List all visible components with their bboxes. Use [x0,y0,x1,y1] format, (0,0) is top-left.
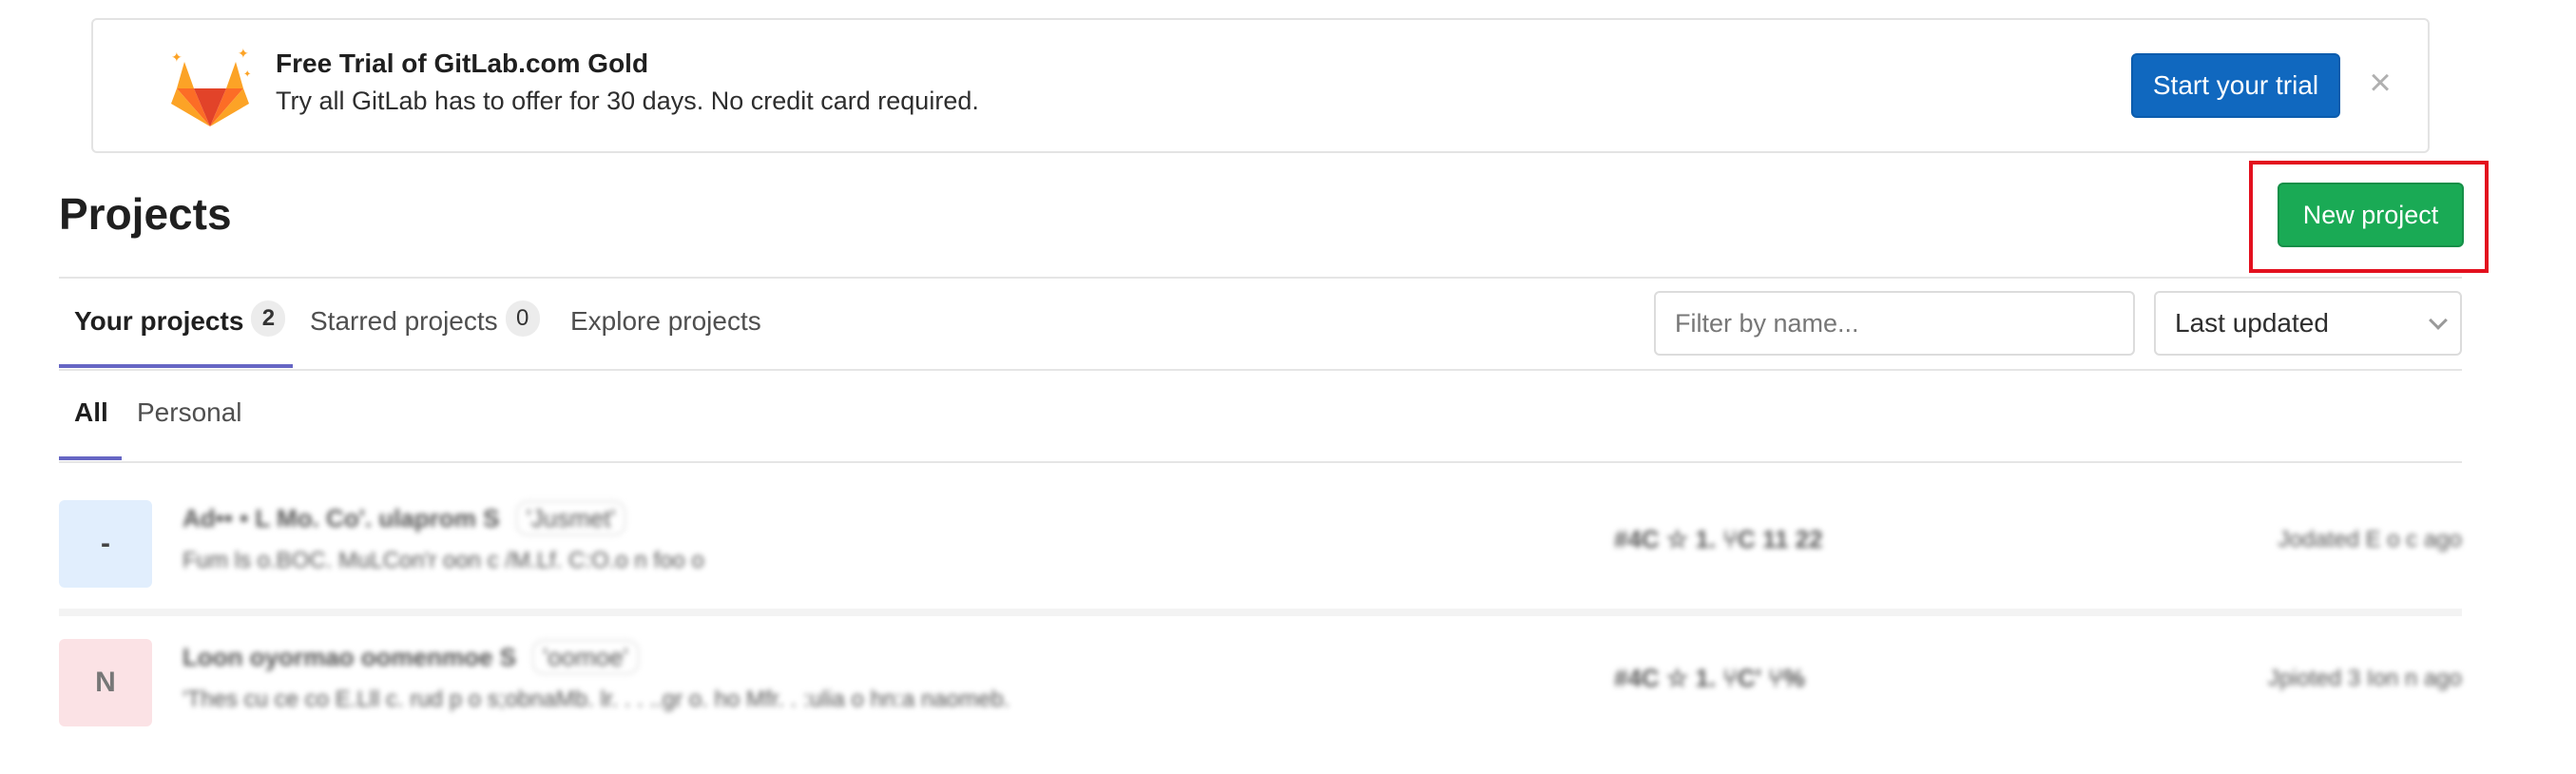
chevron-down-icon [2429,311,2448,330]
tab-label: Starred projects [310,306,498,336]
banner-subtitle: Try all GitLab has to offer for 30 days.… [276,87,979,115]
visibility-badge: 'oomoe' [532,640,639,674]
tab-label: Explore projects [570,306,761,336]
svg-text:✦: ✦ [238,47,249,61]
visibility-badge: 'Jusmet' [515,501,626,535]
subtab-all[interactable]: All [74,397,108,428]
new-project-button[interactable]: New project [2278,183,2464,247]
project-description: 'Thes cu ce co E.Lll c. rud p o s;obnaMb… [183,687,1010,712]
updated-time: Jodated E o c ago [2278,527,2462,552]
count-badge: 0 [505,300,540,337]
close-icon[interactable]: × [2361,64,2399,102]
sort-selected-value: Last updated [2175,308,2329,338]
avatar: - [59,500,152,588]
tab-starred-projects[interactable]: Starred projects 0 [310,300,540,369]
trial-banner: ✦ ✦ ✦ Free Trial of GitLab.com Gold Try … [91,18,2430,153]
project-row[interactable]: - Ad•• • L Mo. Co'. ulaprom S 'Jusmet' F… [59,500,2462,605]
project-stats: #4C ☆ 1. ⑂C 11 22 [1614,525,1823,553]
project-name[interactable]: Loon oyormao oomenmoe S 'oomoe' [183,640,639,674]
row-separator [59,609,2462,616]
svg-text:✦: ✦ [171,49,183,65]
project-row[interactable]: N Loon oyormao oomenmoe S 'oomoe' 'Thes … [59,639,2462,744]
subtabs-divider [59,461,2462,463]
banner-title: Free Trial of GitLab.com Gold [276,48,649,78]
project-stats: #4C ☆ 1. ⑂C' ⑂% [1614,664,1805,692]
header-divider [59,277,2462,279]
avatar: N [59,639,152,726]
sort-dropdown[interactable]: Last updated [2154,291,2462,356]
active-subtab-indicator [59,456,122,460]
project-name[interactable]: Ad•• • L Mo. Co'. ulaprom S 'Jusmet' [183,501,626,535]
active-tab-indicator [59,364,293,368]
svg-text:✦: ✦ [243,69,251,80]
subtab-personal[interactable]: Personal [137,397,242,428]
filter-input[interactable] [1654,291,2135,356]
project-description: Fum ls o.BOC. MuLCon'r oon c /M.Lf. C:O.… [183,548,704,573]
count-badge: 2 [251,300,286,337]
page-title: Projects [59,189,232,239]
updated-time: Jpioted 3 Ion n ago [2267,666,2462,691]
project-name-text: Ad•• • L Mo. Co'. ulaprom S [183,504,500,532]
tab-label: Your projects [74,306,244,336]
project-name-text: Loon oyormao oomenmoe S [183,643,517,671]
start-trial-button[interactable]: Start your trial [2131,53,2340,118]
tab-your-projects[interactable]: Your projects 2 [74,300,286,369]
gitlab-tanuki-icon: ✦ ✦ ✦ [167,46,253,132]
tabs-divider [59,369,2462,371]
tab-explore-projects[interactable]: Explore projects [570,300,761,369]
